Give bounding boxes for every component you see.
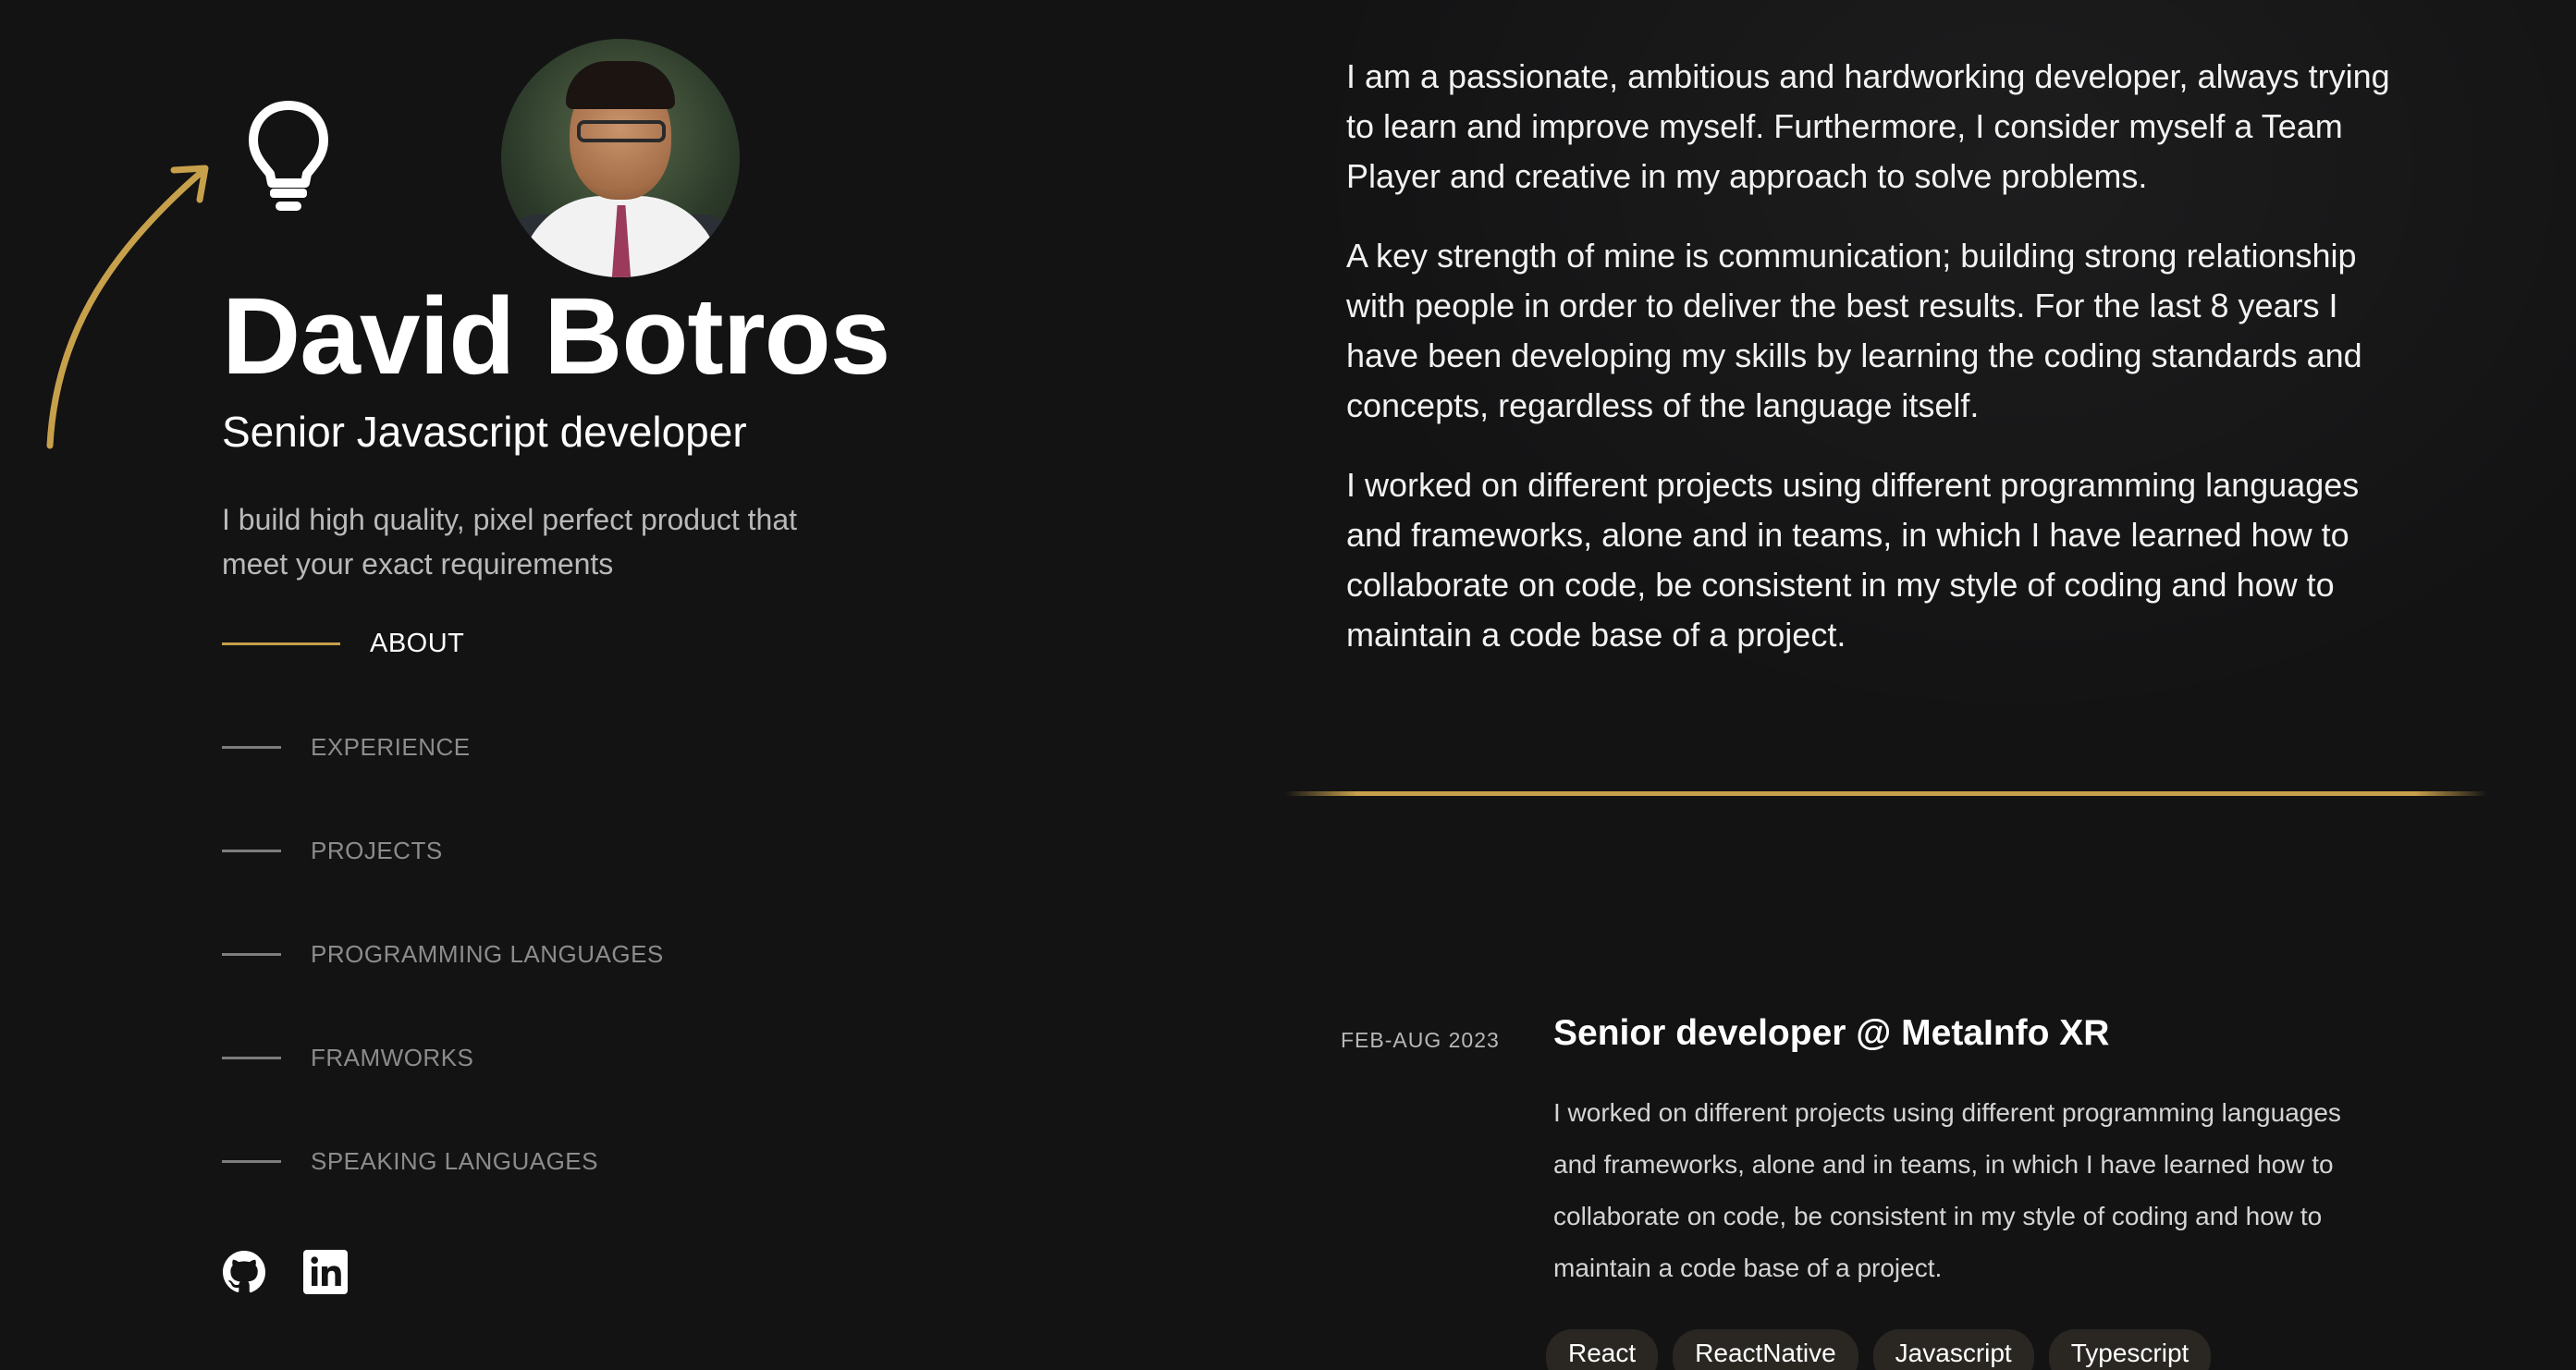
lightbulb-icon bbox=[249, 101, 328, 211]
nav-indicator-line bbox=[222, 849, 281, 852]
section-divider bbox=[1285, 791, 2487, 796]
nav-indicator-line bbox=[222, 1056, 281, 1059]
nav-indicator-line bbox=[222, 1159, 281, 1163]
nav-item-label: FRAMWORKS bbox=[311, 1043, 474, 1071]
linkedin-icon[interactable] bbox=[303, 1250, 348, 1294]
nav-indicator-line bbox=[222, 952, 281, 956]
experience-tags: React ReactNative Javascript Typescript bbox=[1546, 1329, 2212, 1370]
tech-tag: Typescript bbox=[2048, 1329, 2212, 1370]
nav-item-about[interactable]: ABOUT bbox=[222, 625, 464, 662]
nav-item-label: PROJECTS bbox=[311, 836, 443, 864]
nav-item-projects[interactable]: PROJECTS bbox=[222, 832, 443, 869]
tech-tag: Javascript bbox=[1872, 1329, 2034, 1370]
experience-description: I worked on different projects using dif… bbox=[1553, 1098, 2341, 1282]
about-paragraph: A key strength of mine is communication;… bbox=[1346, 237, 2362, 424]
nav-item-experience[interactable]: EXPERIENCE bbox=[222, 728, 471, 765]
profile-role: Senior Javascript developer bbox=[222, 408, 747, 456]
about-paragraph: I am a passionate, ambitious and hardwor… bbox=[1346, 57, 2390, 195]
tech-tag: ReactNative bbox=[1673, 1329, 1858, 1370]
nav-item-label: PROGRAMMING LANGUAGES bbox=[311, 939, 664, 968]
decorative-arrow-icon bbox=[46, 165, 209, 449]
about-paragraph: I worked on different projects using dif… bbox=[1346, 466, 2360, 654]
profile-tagline: I build high quality, pixel perfect prod… bbox=[222, 503, 797, 581]
experience-title[interactable]: Senior developer @ MetaInfo XR bbox=[1553, 1013, 2109, 1054]
tech-tag: React bbox=[1546, 1329, 1659, 1370]
about-section: I am a passionate, ambitious and hardwor… bbox=[1346, 52, 2391, 690]
nav-item-label: SPEAKING LANGUAGES bbox=[311, 1146, 598, 1175]
nav-item-frameworks[interactable]: FRAMWORKS bbox=[222, 1039, 473, 1076]
nav-item-label: ABOUT bbox=[370, 628, 465, 658]
github-icon[interactable] bbox=[222, 1250, 266, 1294]
nav-indicator-line bbox=[222, 745, 281, 749]
nav-item-label: EXPERIENCE bbox=[311, 732, 471, 761]
nav-item-speaking-languages[interactable]: SPEAKING LANGUAGES bbox=[222, 1143, 598, 1180]
profile-name: David Botros bbox=[222, 275, 890, 398]
experience-date: FEB-AUG 2023 bbox=[1341, 1028, 1500, 1052]
avatar bbox=[501, 39, 740, 277]
nav-indicator-line bbox=[222, 642, 340, 645]
social-links bbox=[222, 1250, 348, 1294]
nav-item-programming-languages[interactable]: PROGRAMMING LANGUAGES bbox=[222, 936, 664, 972]
